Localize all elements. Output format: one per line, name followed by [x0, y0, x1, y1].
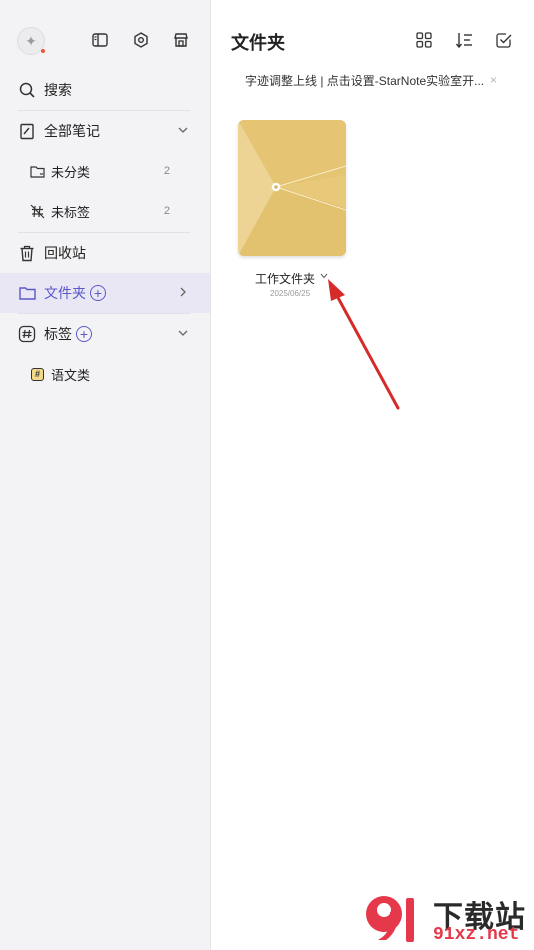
page-title: 文件夹 — [231, 33, 285, 53]
chevron-down-icon[interactable] — [176, 326, 190, 340]
sidebar-item-untagged[interactable]: 未标签 2 — [0, 191, 210, 231]
item-count: 2 — [163, 205, 170, 217]
sidebar-toggle-icon[interactable] — [89, 29, 111, 51]
sidebar-item-folders[interactable]: 文件夹 + — [0, 273, 210, 313]
sidebar-item-tag-chinese[interactable]: # 语文类 — [0, 354, 210, 394]
sidebar-item-uncategorized[interactable]: 未分类 2 — [0, 151, 210, 191]
sidebar-item-label: 搜索 — [44, 82, 72, 98]
store-icon[interactable] — [170, 29, 192, 51]
tag-chip: # — [31, 367, 44, 381]
notebook-icon — [18, 122, 36, 140]
tag-chip-icon: # — [30, 367, 45, 382]
sidebar-item-all-notes[interactable]: 全部笔记 — [0, 111, 210, 151]
sort-icon[interactable] — [454, 30, 474, 50]
hashtag-icon — [18, 325, 36, 343]
close-icon[interactable]: × — [490, 73, 497, 87]
chevron-down-icon[interactable] — [176, 123, 190, 137]
sidebar-item-tags[interactable]: 标签 + — [0, 314, 210, 354]
grid-view-icon[interactable] — [414, 30, 434, 50]
no-tag-icon — [30, 204, 45, 219]
sidebar-item-label: 未标签 — [51, 204, 91, 220]
folder-date: 2025/06/25 — [270, 289, 311, 298]
sidebar-item-label: 未分类 — [51, 164, 91, 180]
notification-dot — [41, 49, 45, 53]
add-tag-button[interactable]: + — [76, 326, 92, 342]
chevron-right-icon[interactable] — [176, 285, 190, 299]
notice-banner-text[interactable]: 字迹调整上线 | 点击设置-StarNote实验室开... — [245, 72, 484, 89]
folder-card[interactable] — [238, 120, 346, 256]
sidebar-item-label: 标签 — [44, 326, 72, 342]
settings-icon[interactable] — [130, 29, 152, 51]
search-icon — [18, 81, 36, 99]
sidebar: ✦ 搜索 全部笔记 未分类 2 未标签 2 回收站 文件夹 + 标签 + # 语… — [0, 0, 211, 950]
check-select-icon[interactable] — [494, 30, 514, 50]
app-logo[interactable]: ✦ — [17, 27, 45, 55]
sidebar-item-search[interactable]: 搜索 — [0, 70, 210, 110]
add-folder-button[interactable]: + — [90, 285, 106, 301]
sidebar-item-label: 回收站 — [44, 245, 86, 261]
sidebar-item-label: 全部笔记 — [44, 123, 100, 139]
sidebar-item-trash[interactable]: 回收站 — [0, 233, 210, 273]
folder-outline-icon — [30, 164, 45, 179]
chevron-down-icon[interactable] — [319, 271, 329, 281]
trash-icon — [18, 244, 36, 262]
watermark-url: 91xz.net — [433, 925, 520, 945]
sidebar-item-label: 文件夹 — [44, 285, 86, 301]
folder-icon — [18, 284, 36, 302]
folder-name[interactable]: 工作文件夹 — [255, 270, 315, 287]
sparkle-icon: ✦ — [25, 32, 37, 49]
folder-cover-icon — [238, 120, 346, 256]
item-count: 2 — [163, 165, 170, 177]
sidebar-item-label: 语文类 — [51, 367, 91, 383]
